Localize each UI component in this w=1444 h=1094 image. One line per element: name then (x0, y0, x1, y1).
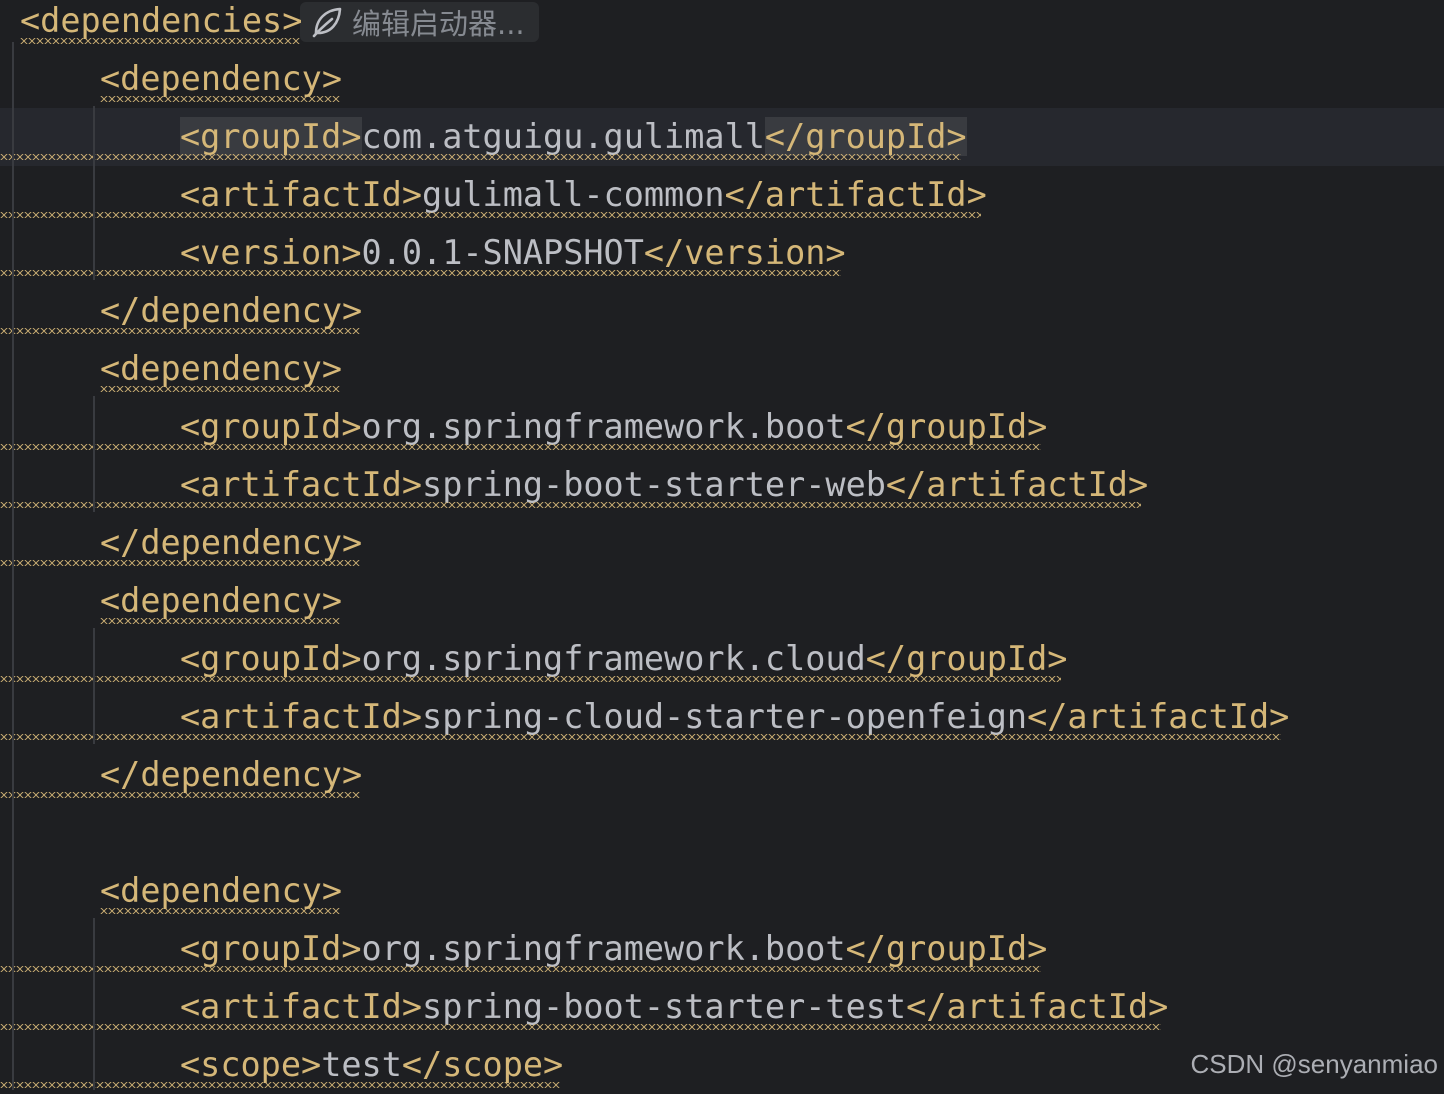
warning-underline (0, 560, 361, 566)
xml-text-value: spring-boot-starter-web (422, 465, 886, 504)
xml-close-tag: </artifactId> (906, 987, 1169, 1026)
xml-open-tag: <groupId> (180, 407, 362, 446)
xml-close-tag: </groupId> (764, 117, 967, 156)
warning-underline (100, 908, 341, 914)
warning-underline (100, 386, 341, 392)
xml-text-value: org.springframework.boot (361, 929, 846, 968)
xml-text-value: com.atguigu.gulimall (361, 117, 765, 156)
warning-underline (0, 966, 1041, 972)
warning-underline (100, 96, 341, 102)
warning-underline (0, 154, 961, 160)
warning-underline (0, 676, 1061, 682)
xml-open-tag: <dependency> (100, 871, 343, 910)
xml-open-tag: <dependency> (100, 349, 343, 388)
code-line[interactable]: <groupId>org.springframework.boot</group… (0, 920, 1444, 978)
code-line[interactable]: <groupId>com.atguigu.gulimall</groupId> (0, 108, 1444, 166)
code-line[interactable]: <artifactId>spring-boot-starter-web</art… (0, 456, 1444, 514)
xml-close-tag: </version> (643, 233, 846, 272)
xml-open-tag: <groupId> (180, 117, 362, 156)
warning-underline (0, 792, 361, 798)
warning-underline (0, 1024, 1161, 1030)
warning-underline (100, 618, 341, 624)
warning-underline (0, 444, 1041, 450)
warning-underline (0, 328, 361, 334)
indent-guide (93, 396, 95, 512)
code-line[interactable]: <dependency> (0, 50, 1444, 108)
code-line[interactable] (0, 804, 1444, 862)
xml-open-tag: <groupId> (180, 929, 362, 968)
xml-close-tag: </artifactId> (1027, 697, 1290, 736)
xml-text-value: org.springframework.boot (361, 407, 846, 446)
code-line[interactable]: <artifactId>gulimall-common</artifactId> (0, 166, 1444, 224)
xml-open-tag: <dependency> (100, 59, 343, 98)
xml-open-tag: <artifactId> (180, 987, 423, 1026)
code-line[interactable]: <artifactId>spring-cloud-starter-openfei… (0, 688, 1444, 746)
xml-open-tag: <groupId> (180, 639, 362, 678)
xml-open-tag: <artifactId> (180, 465, 423, 504)
code-line[interactable]: <version>0.0.1-SNAPSHOT</version> (0, 224, 1444, 282)
indent-guide (12, 42, 14, 1090)
xml-close-tag: </groupId> (845, 929, 1048, 968)
code-line[interactable]: </dependency> (0, 746, 1444, 804)
xml-open-tag: <version> (180, 233, 362, 272)
xml-close-tag: </groupId> (845, 407, 1048, 446)
warning-underline (0, 502, 1141, 508)
code-line[interactable]: <dependency> (0, 862, 1444, 920)
indent-guide (93, 106, 95, 280)
xml-close-tag: </scope> (401, 1045, 564, 1084)
code-line[interactable]: </dependency> (0, 514, 1444, 572)
indent-guide (93, 918, 95, 1090)
xml-text-value: spring-cloud-starter-openfeign (422, 697, 1028, 736)
indent-guide (93, 628, 95, 744)
warning-underline (20, 38, 301, 44)
code-line[interactable]: <dependency> (0, 572, 1444, 630)
xml-text-value: gulimall-common (422, 175, 725, 214)
xml-open-tag: <scope> (180, 1045, 322, 1084)
xml-open-tag: <dependencies> (20, 1, 303, 40)
xml-open-tag: </dependency> (100, 291, 363, 330)
code-line[interactable]: <artifactId>spring-boot-starter-test</ar… (0, 978, 1444, 1036)
code-line[interactable]: </dependency> (0, 282, 1444, 340)
xml-close-tag: </groupId> (865, 639, 1068, 678)
xml-text-value: spring-boot-starter-test (422, 987, 907, 1026)
warning-underline (0, 212, 981, 218)
xml-open-tag: <dependency> (100, 581, 343, 620)
xml-text-value: org.springframework.cloud (361, 639, 866, 678)
xml-text-value: test (321, 1045, 402, 1084)
code-editor[interactable]: 编辑启动器... <dependencies> <dependency> <grou… (0, 0, 1444, 1090)
xml-open-tag: </dependency> (100, 755, 363, 794)
code-line[interactable]: <dependencies> (0, 0, 1444, 50)
xml-close-tag: </artifactId> (885, 465, 1149, 504)
code-line[interactable]: <groupId>org.springframework.cloud</grou… (0, 630, 1444, 688)
code-line[interactable]: <groupId>org.springframework.boot</group… (0, 398, 1444, 456)
warning-underline (0, 1082, 561, 1088)
xml-open-tag: </dependency> (100, 523, 363, 562)
xml-text-value: 0.0.1-SNAPSHOT (361, 233, 644, 272)
xml-close-tag: </artifactId> (724, 175, 987, 214)
xml-open-tag: <artifactId> (180, 175, 423, 214)
warning-underline (0, 734, 1282, 740)
xml-open-tag: <artifactId> (180, 697, 423, 736)
warning-underline (0, 270, 841, 276)
code-line[interactable]: <dependency> (0, 340, 1444, 398)
watermark: CSDN @senyanmiao (1190, 1049, 1438, 1079)
